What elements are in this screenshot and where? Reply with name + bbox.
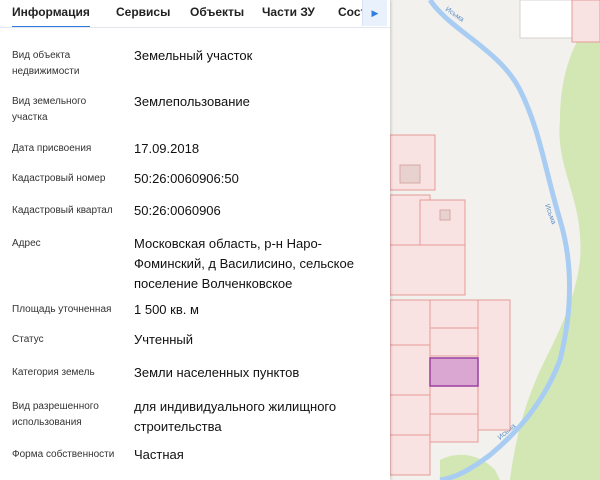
parcel (389, 394, 431, 436)
chevron-right-icon: ▶ (371, 8, 379, 18)
field-label: Категория земель (12, 367, 95, 378)
tab-bar: Информация Сервисы Объекты Части ЗУ Сост… (0, 0, 390, 28)
parcel (429, 299, 479, 329)
field-value[interactable]: 50:26:0060906:50 (134, 169, 374, 189)
parcel-top-right (571, 0, 600, 43)
field-label: Площадь уточненная (12, 304, 112, 315)
parcel (429, 327, 479, 357)
info-panel: Информация Сервисы Объекты Части ЗУ Сост… (0, 0, 390, 480)
field-label: Вид разрешенного использования (12, 401, 99, 428)
field-value: Частная (134, 447, 184, 462)
field-value: для индивидуального жилищного строительс… (134, 399, 337, 434)
parcel (389, 434, 431, 476)
tab-objects[interactable]: Объекты (190, 0, 244, 26)
field-value: 17.09.2018 (134, 141, 200, 156)
field-label: Кадастровый номер (12, 173, 106, 184)
parcel (429, 385, 479, 415)
field-label: Кадастровый квартал (12, 205, 113, 216)
parcel (477, 299, 511, 431)
tab-parcel-parts[interactable]: Части ЗУ (262, 0, 315, 26)
field-label: Вид земельного участка (12, 96, 87, 123)
field-value: Учтенный (134, 332, 194, 347)
tab-services[interactable]: Сервисы (116, 0, 170, 26)
field-label: Вид объекта недвижимости (12, 50, 80, 77)
tab-information[interactable]: Информация (12, 0, 90, 27)
field-value: 1 500 кв. м (134, 302, 199, 317)
field-value: Земли населенных пунктов (134, 365, 300, 380)
field-value: Земельный участок (134, 48, 253, 63)
field-label: Статус (12, 334, 44, 345)
tabs-scroll-right-button[interactable]: ▶ (362, 0, 387, 26)
parcel (389, 344, 431, 396)
field-value: Московская область, р-н Наро-Фоминский, … (134, 236, 354, 291)
field-label: Адрес (12, 238, 41, 249)
house (439, 209, 451, 221)
house (399, 164, 421, 184)
parcel (429, 413, 479, 443)
building-top-right (519, 0, 576, 39)
field-label: Форма собственности (12, 449, 115, 460)
field-value[interactable]: 50:26:0060906 (134, 201, 374, 221)
field-label: Дата присвоения (12, 143, 92, 154)
selected-parcel[interactable] (429, 357, 479, 387)
field-value: Землепользование (134, 94, 250, 109)
parcel (389, 299, 431, 346)
parcel (389, 244, 466, 296)
